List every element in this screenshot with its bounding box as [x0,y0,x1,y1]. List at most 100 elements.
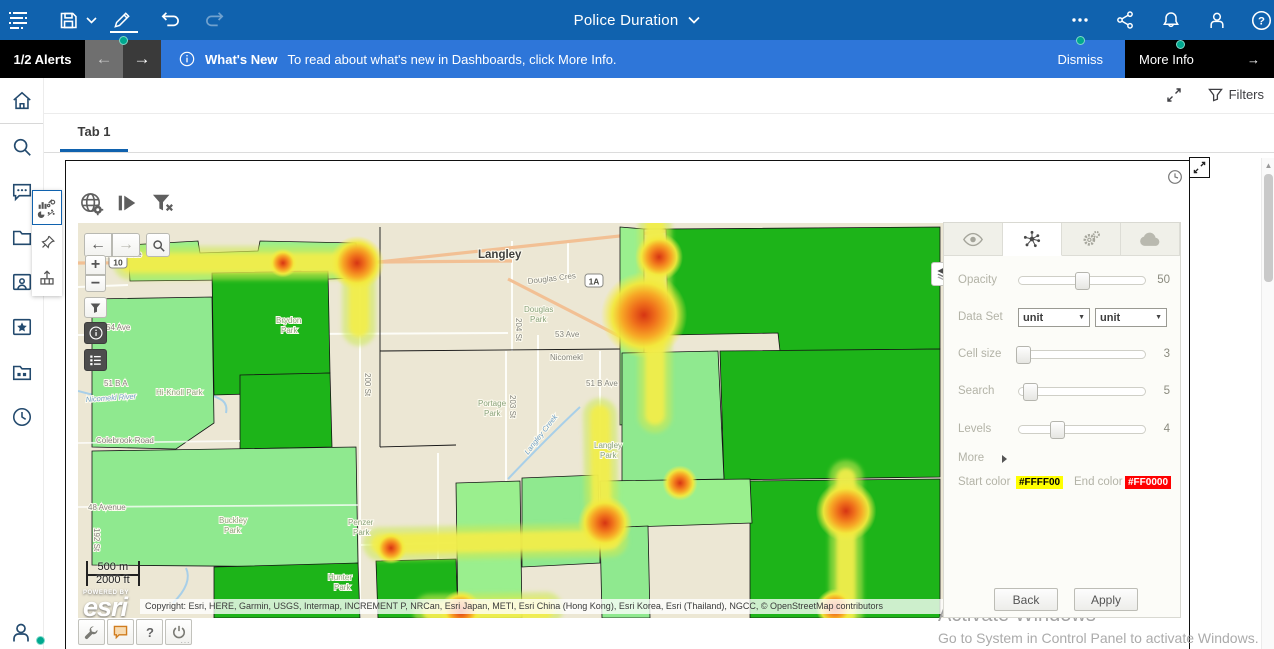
map-info-button[interactable] [84,322,107,344]
scrollbar-up-arrow[interactable]: ▲ [1262,158,1274,172]
widget-clock-icon[interactable] [1167,169,1183,190]
panel-tab-visibility[interactable] [944,223,1003,256]
expand-dashboard-icon[interactable] [1166,87,1182,108]
widgets-flyout [32,190,62,296]
map-zoom-in-button[interactable]: + [85,255,106,275]
map-label: Park [224,526,241,535]
dataset-select-1[interactable]: unit▼ [1018,308,1090,327]
more-actions-icon[interactable] [1068,8,1092,32]
map-label: 54 Ave [106,323,131,332]
undo-icon[interactable] [158,8,182,32]
notifications-bell-icon[interactable] [1159,8,1183,32]
map-zoom-out-button[interactable]: − [85,275,106,292]
tab-bar: Tab 1 [44,114,1274,153]
dataset-label: Data Set [958,311,1003,323]
map-back-button[interactable]: ← [84,233,112,257]
panel-tab-cluster[interactable] [1003,223,1062,256]
play-steps-icon[interactable] [114,190,140,216]
redo-icon[interactable] [203,8,227,32]
sidebar-item-home[interactable] [0,78,44,123]
start-color-chip[interactable]: #FFFF00 [1016,476,1063,489]
sidebar-item-favorites[interactable] [0,304,44,349]
map-label: 204 St [514,318,523,342]
application-window: Police Duration ? 1/2 Alerts ← → What's … [0,0,1274,649]
help-icon[interactable]: ? [1249,8,1273,32]
back-button[interactable]: Back [994,588,1058,611]
save-menu-chevron-icon[interactable] [84,8,98,32]
coachmark-dot-profile[interactable] [36,636,45,645]
title-chevron-down-icon[interactable] [688,16,700,24]
cellsize-row: Cell size 3 [944,345,1180,367]
scale-imperial: 2000 ft [86,574,140,586]
map-label: 51 B A [104,379,128,388]
map-forward-button[interactable]: → [112,233,140,257]
edit-pencil-icon[interactable] [110,8,134,32]
search-row: Search 5 [944,382,1180,404]
cellsize-slider[interactable] [1018,350,1146,359]
search-slider[interactable] [1018,387,1146,396]
map-label: Brydon [276,316,301,325]
sidebar-item-search[interactable] [0,124,44,169]
clear-filter-icon[interactable] [150,190,176,216]
end-color-chip[interactable]: #FF0000 [1125,476,1171,489]
map-attribution: Copyright: Esri, HERE, Garmin, USGS, Int… [140,599,943,614]
dataset-select-2[interactable]: unit▼ [1095,308,1167,327]
alert-prev-button[interactable]: ← [85,40,123,78]
map-label: 203 St [508,395,517,419]
map-canvas[interactable]: 101A Langley56 AvenueDouglas CresDouglas… [78,223,943,618]
cellsize-slider-thumb[interactable] [1016,346,1031,364]
user-profile-icon[interactable] [1205,8,1229,32]
heat-hotspot [816,481,877,542]
opacity-value: 50 [1157,274,1170,286]
panel-tab-settings[interactable] [1062,223,1121,256]
levels-label: Levels [958,423,991,435]
panel-tab-basemap[interactable] [1121,223,1180,256]
coachmark-dot-more[interactable] [1076,36,1085,45]
map-legend-button[interactable] [84,349,107,371]
opacity-slider[interactable] [1018,276,1146,285]
eye-icon [962,232,984,247]
sidebar-item-team-content[interactable] [0,349,44,394]
more-arrow-icon[interactable] [1002,455,1007,463]
comment-icon [113,625,128,639]
map-label: Douglas [524,305,553,314]
coachmark-dot-moreinfo[interactable] [1176,40,1185,49]
levels-slider[interactable] [1018,425,1146,434]
tab-1[interactable]: Tab 1 [60,114,128,152]
sidebar-item-recent[interactable] [0,394,44,439]
widget-power-button[interactable]: ... [165,619,192,645]
search-label: Search [958,385,994,397]
levels-row: Levels 4 [944,420,1180,442]
map-search-button[interactable] [146,233,170,257]
widget-help-button[interactable]: ? [136,619,163,645]
apply-button[interactable]: Apply [1074,588,1138,611]
dashboard-title[interactable]: Police Duration [574,12,679,29]
opacity-slider-thumb[interactable] [1075,272,1090,290]
filters-button[interactable]: Filters [1208,87,1264,102]
widget-expand-button[interactable] [1189,157,1210,178]
save-button[interactable] [56,8,80,32]
more-expander[interactable]: More [958,452,984,464]
share-icon[interactable] [1113,8,1137,32]
dismiss-button[interactable]: Dismiss [1058,52,1104,67]
gears-icon [1081,230,1101,248]
opacity-label: Opacity [958,274,997,286]
select-caret-icon: ▼ [1078,314,1085,321]
flyout-upload-button[interactable] [32,260,62,295]
flyout-pin-button[interactable] [32,225,62,260]
widget-comment-button[interactable] [107,619,134,645]
levels-slider-thumb[interactable] [1050,421,1065,439]
alert-next-button[interactable]: → [123,40,161,78]
profile-coachmark[interactable] [10,620,45,645]
coachmark-dot-edit[interactable] [119,36,128,45]
layers-panel-handle[interactable] [931,262,943,286]
map-settings-globe-icon[interactable] [78,190,104,216]
search-slider-thumb[interactable] [1023,383,1038,401]
map-filter-button[interactable] [84,297,107,318]
scrollbar-thumb[interactable] [1264,174,1273,282]
main-menu-icon[interactable] [8,8,32,32]
more-info-button[interactable]: More Info → [1125,40,1274,78]
flyout-visualizations-button[interactable] [32,190,62,225]
vertical-scrollbar[interactable]: ▲ [1261,158,1274,649]
widget-tools-button[interactable] [78,619,105,645]
